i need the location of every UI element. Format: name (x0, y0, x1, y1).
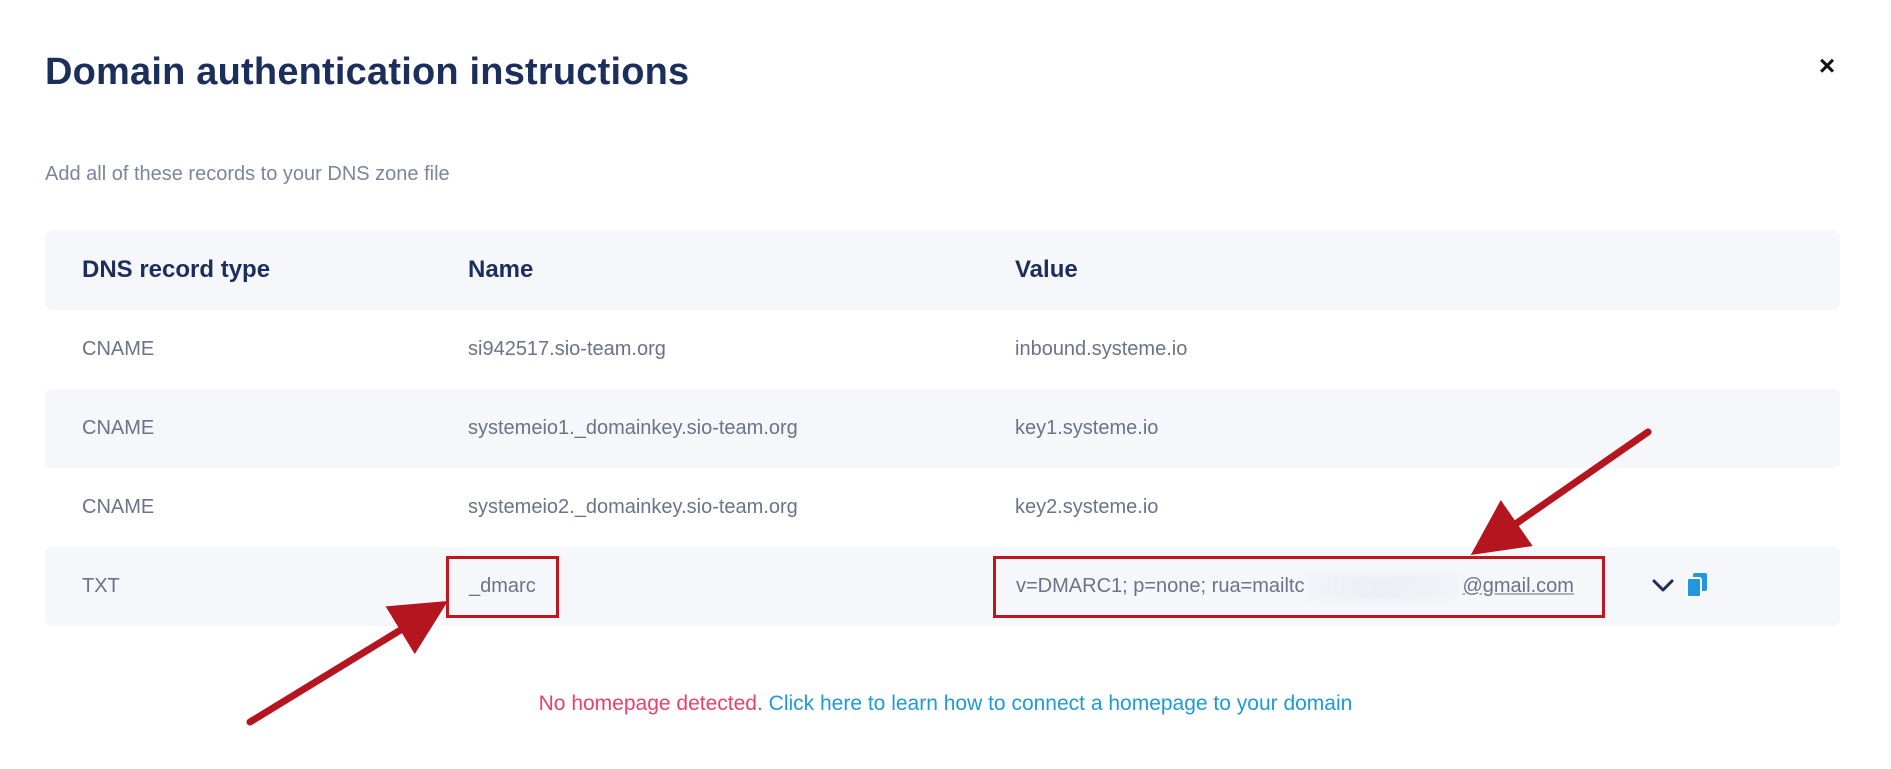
table-row: TXT _dmarc v=DMARC1; p=none; rua=mailtc … (45, 547, 1840, 626)
table-row: CNAME si942517.sio-team.org inbound.syst… (45, 310, 1840, 389)
column-header-value: Value (1015, 256, 1078, 283)
record-type: CNAME (82, 496, 155, 518)
table-row: CNAME systemeio2._domainkey.sio-team.org… (45, 468, 1840, 547)
record-type: TXT (82, 575, 120, 597)
record-value: key1.systeme.io (1015, 417, 1159, 439)
record-value: key2.systeme.io (1015, 496, 1159, 518)
modal-title: Domain authentication instructions (45, 51, 690, 93)
column-header-type: DNS record type (82, 256, 271, 283)
record-name: _dmarc (469, 575, 536, 597)
record-value-cell: v=DMARC1; p=none; rua=mailtc @gmail.com (993, 547, 1605, 626)
domain-auth-modal: Domain authentication instructions × Add… (0, 0, 1891, 769)
close-icon[interactable]: × (1811, 50, 1843, 82)
copy-icon[interactable] (1685, 571, 1709, 599)
record-name: si942517.sio-team.org (468, 338, 666, 360)
dns-records-table: DNS record type Name Value CNAME si94251… (45, 230, 1840, 626)
record-type: CNAME (82, 338, 155, 360)
chevron-down-icon[interactable] (1650, 573, 1676, 599)
table-header-row: DNS record type Name Value (45, 230, 1840, 310)
record-value-suffix: @gmail.com (1462, 575, 1574, 597)
column-header-name: Name (468, 256, 534, 283)
table-row: CNAME systemeio1._domainkey.sio-team.org… (45, 389, 1840, 468)
record-name-cell: _dmarc (446, 547, 559, 626)
homepage-notice: No homepage detected. Click here to lear… (0, 692, 1891, 716)
record-value: inbound.systeme.io (1015, 338, 1188, 360)
redacted-email (1308, 573, 1459, 600)
record-value-prefix: v=DMARC1; p=none; rua=mailtc (1016, 575, 1305, 597)
record-type: CNAME (82, 417, 155, 439)
record-name: systemeio2._domainkey.sio-team.org (468, 496, 798, 518)
value-highlight-box: v=DMARC1; p=none; rua=mailtc @gmail.com (993, 555, 1605, 618)
modal-subtitle: Add all of these records to your DNS zon… (45, 163, 450, 185)
connect-homepage-link[interactable]: Click here to learn how to connect a hom… (769, 692, 1353, 715)
name-highlight-box: _dmarc (446, 555, 559, 618)
record-name: systemeio1._domainkey.sio-team.org (468, 417, 798, 439)
no-homepage-warning: No homepage detected. (538, 692, 763, 715)
